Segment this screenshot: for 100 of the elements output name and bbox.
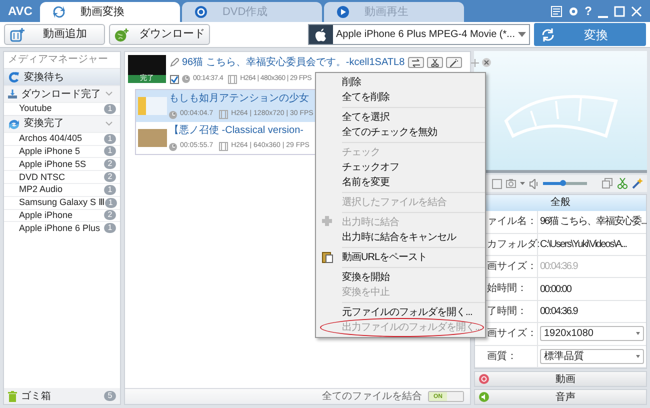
property-value: 96猫 こちら、幸福安心委... (540, 214, 646, 230)
menu-item[interactable]: 全てのチェックを無効 (342, 125, 437, 140)
count-badge: 5 (104, 391, 116, 401)
pencil-icon (170, 58, 179, 67)
menu-item[interactable]: 削除 (342, 75, 361, 90)
clock-icon (169, 110, 177, 118)
copy-icon (602, 178, 613, 190)
sidebar-item[interactable]: Youtube (19, 103, 52, 114)
menu-item[interactable]: 変換を開始 (342, 270, 390, 285)
help-button[interactable]: ? (584, 2, 592, 20)
list-icon (550, 6, 562, 16)
trash-label[interactable]: ゴミ箱 (21, 388, 51, 404)
merge-label: 全てのファイルを結合 (322, 390, 422, 404)
count-badge: 2 (104, 159, 116, 170)
video-thumbnail (138, 96, 167, 114)
convert-icon (8, 118, 20, 130)
sidebar-item[interactable]: Apple iPhone 5S (19, 158, 86, 170)
panel-tab[interactable]: 動画 (474, 371, 647, 387)
menu-item[interactable]: 動画URLをペースト (342, 250, 428, 265)
effect-button[interactable] (446, 57, 462, 68)
count-badge: 1 (104, 146, 116, 156)
film-add-icon (9, 26, 25, 42)
minimize-icon (598, 16, 608, 18)
video-title: 【悪ノ召使 -Classical version- (169, 124, 304, 138)
sidebar-item[interactable]: Archos 404/405 (19, 133, 82, 144)
tab[interactable]: 動画変換 (40, 2, 180, 22)
close-icon (631, 6, 642, 16)
sidebar-section[interactable]: 変換完了 (4, 114, 120, 132)
sidebar-item[interactable]: Samsung Galaxy S Ⅲ (19, 197, 105, 208)
trash-icon (8, 390, 17, 402)
menu-item: 変換を中止 (342, 286, 390, 300)
convert-icon (52, 5, 66, 19)
menu-item[interactable]: 全てを削除 (342, 90, 390, 105)
film-icon (219, 142, 228, 151)
property-value: 00:00:00 (540, 282, 571, 297)
wand-icon (632, 178, 643, 190)
plus-icon (470, 58, 479, 66)
video-icon (479, 374, 489, 384)
sidebar-section[interactable]: ダウンロード完了 (4, 85, 120, 102)
refresh-icon (540, 26, 556, 42)
panel-tab[interactable]: 音声 (474, 389, 647, 405)
speaker-icon (529, 178, 539, 189)
sidebar-title: メディアマネージャー (7, 53, 109, 67)
count-badge: 2 (104, 210, 116, 220)
caret-icon (636, 354, 640, 358)
download-button[interactable]: ダウンロード (109, 24, 210, 45)
cut-button[interactable] (426, 57, 443, 68)
app-logo: AVC (7, 3, 34, 20)
property-dropdown[interactable]: 1920x1080 (540, 326, 644, 342)
wand-icon (450, 58, 458, 66)
sidebar-item[interactable]: Apple iPhone 6 Plus (19, 222, 100, 234)
add-video-button[interactable]: 動画追加 (4, 24, 105, 45)
menu-item: 出力時に結合 (342, 216, 399, 230)
swap-icon (412, 58, 420, 66)
menu-item: 選択したファイルを結合 (342, 196, 446, 210)
property-value: 00:04:36.9 (540, 260, 578, 274)
disc-icon (194, 5, 208, 19)
maximize-icon (614, 6, 625, 16)
count-badge: 1 (104, 198, 117, 208)
property-label: 画質： (475, 346, 538, 367)
check-icon (171, 76, 178, 83)
scissors-icon (430, 58, 439, 66)
apple-icon (315, 28, 327, 42)
caret-icon (520, 182, 525, 186)
property-dropdown[interactable]: 標準品質 (540, 348, 644, 364)
video-title: もしも如月アテンションの少女 (169, 92, 310, 106)
sidebar-item[interactable]: MP2 Audio (19, 184, 63, 196)
sidebar-section[interactable]: 変換待ち (4, 68, 120, 85)
count-badge: 1 (104, 104, 116, 114)
profile-dropdown[interactable]: Apple iPhone 6 Plus MPEG-4 Movie (*... (308, 24, 530, 45)
count-badge: 2 (104, 172, 116, 182)
speaker-icon (479, 392, 489, 402)
count-badge: 1 (104, 223, 116, 234)
checkbox[interactable] (170, 74, 179, 84)
menu-item[interactable]: 元ファイルのフォルダを開く... (342, 305, 472, 320)
scissors-icon (617, 178, 628, 190)
camera-icon (506, 179, 516, 188)
caret-icon (518, 32, 526, 37)
property-value: C:\Users\Yuki\Videos\A... (540, 238, 627, 252)
film-icon (219, 110, 228, 119)
menu-item[interactable]: チェックオフ (342, 160, 399, 175)
menu-item[interactable]: 出力時に結合をキャンセル (342, 230, 456, 245)
clock-icon (182, 75, 190, 84)
download-icon (8, 88, 17, 100)
count-badge: 1 (104, 134, 116, 144)
sidebar-item[interactable]: Apple iPhone 5 (19, 146, 80, 157)
video-thumbnail (128, 55, 166, 75)
video-thumbnail (138, 128, 167, 146)
swap-button[interactable] (408, 57, 424, 68)
sidebar-item[interactable]: DVD NTSC (19, 172, 66, 183)
clipboard-icon (322, 251, 333, 263)
convert-button[interactable]: 変換 (534, 23, 646, 46)
clock-icon (169, 142, 177, 150)
video-title[interactable]: 96猫 こちら、幸福安心委員会です。-kcell1SATL8 (182, 55, 405, 70)
sidebar-item[interactable]: Apple iPhone (19, 210, 73, 221)
film-icon (228, 74, 238, 84)
menu-item[interactable]: 名前を変更 (342, 175, 390, 190)
caret-icon (636, 332, 640, 336)
property-value: 00:04:36.9 (540, 305, 578, 320)
volume-slider[interactable] (543, 182, 587, 186)
